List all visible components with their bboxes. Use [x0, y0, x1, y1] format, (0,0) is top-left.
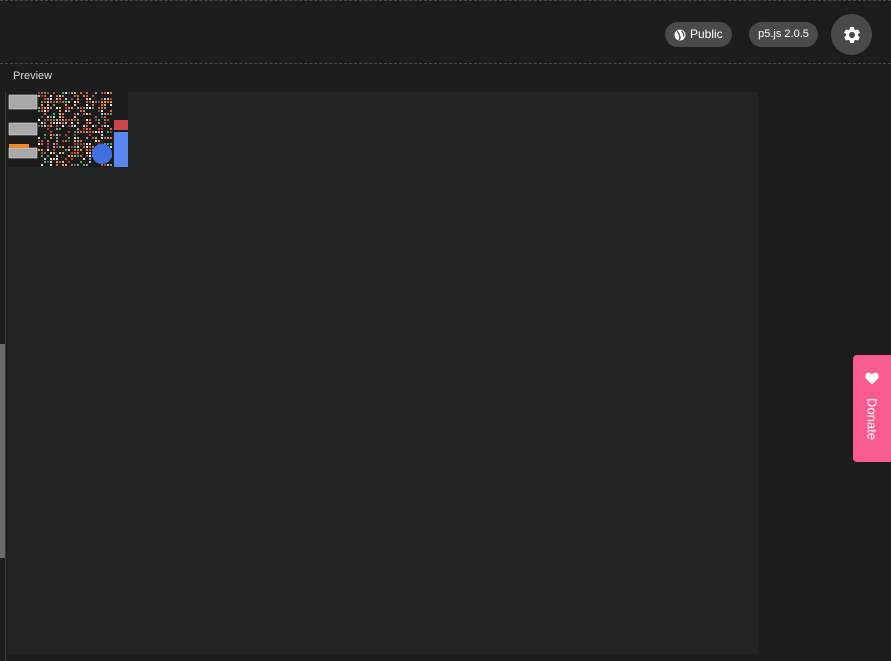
preview-canvas[interactable] — [7, 92, 758, 654]
sidebar-resize-handle[interactable] — [0, 344, 5, 558]
globe-icon — [674, 29, 686, 40]
version-button[interactable]: p5.js 2.0.5 — [749, 22, 818, 47]
tileset-sprite-image — [8, 92, 128, 167]
visibility-label: Public — [690, 27, 723, 41]
donate-label: Donate — [864, 398, 880, 440]
settings-button[interactable] — [831, 14, 872, 55]
heart-icon — [865, 372, 879, 385]
toolbar: Public p5.js 2.0.5 — [0, 0, 891, 64]
gear-icon — [843, 26, 860, 43]
donate-button[interactable]: Donate — [853, 355, 891, 462]
p5-editor-preview-page: Public p5.js 2.0.5 Preview Donate — [0, 0, 891, 661]
visibility-toggle-button[interactable]: Public — [665, 22, 732, 47]
version-label: p5.js 2.0.5 — [758, 28, 809, 40]
panel-divider — [5, 92, 6, 661]
preview-title: Preview — [13, 70, 53, 82]
